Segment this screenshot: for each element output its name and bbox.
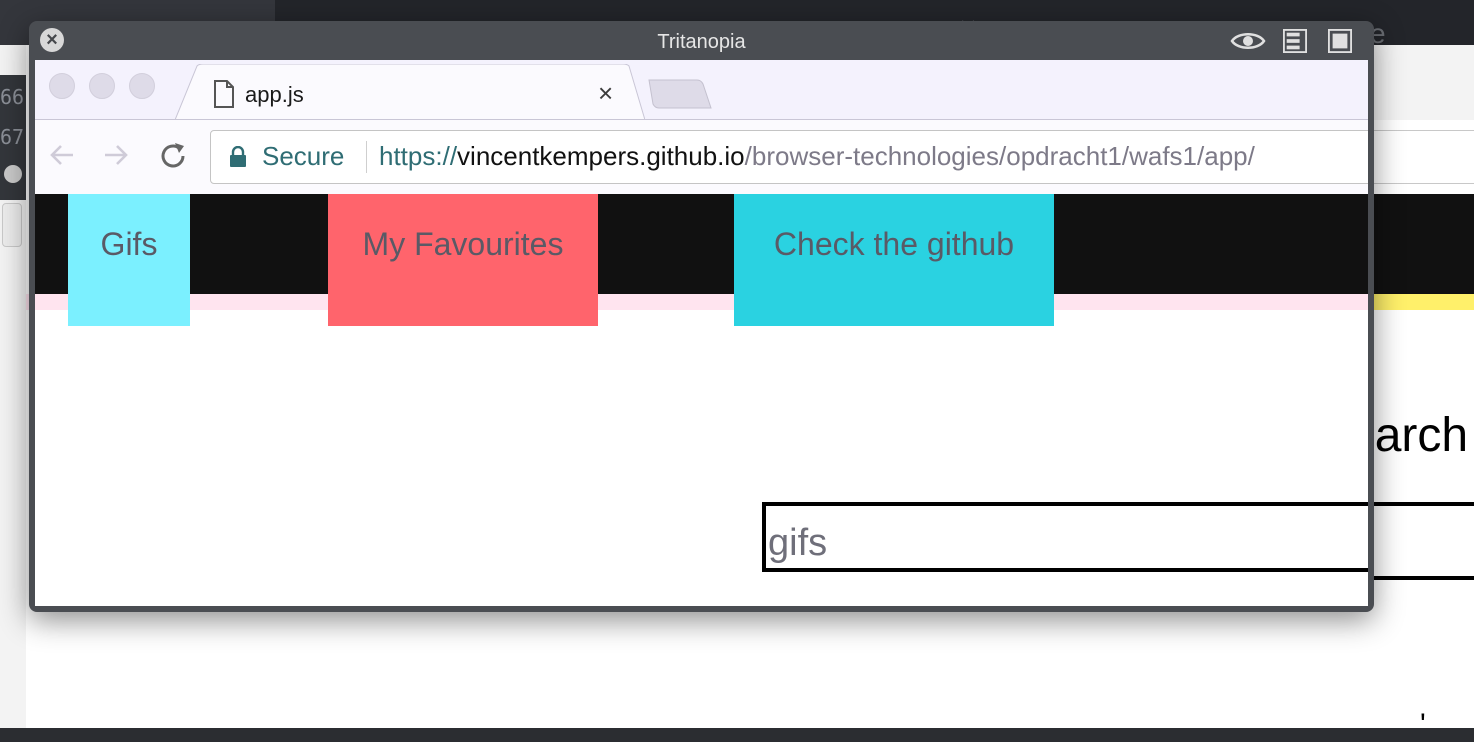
line-number: 66 [0, 85, 25, 109]
browser-tabstrip: app.js × [35, 60, 1368, 120]
file-icon [214, 80, 234, 108]
search-input[interactable]: gifs [762, 502, 1368, 572]
nav-link-my-favourites[interactable]: My Favourites [328, 194, 598, 326]
line-number: 67 [0, 125, 25, 149]
navbar-strip [35, 294, 1368, 310]
tab-close-icon[interactable]: × [598, 78, 613, 109]
url-text: https://vincentkempers.github.io/browser… [379, 141, 1255, 172]
window-zoom-dot[interactable] [129, 73, 155, 99]
url-host: vincentkempers.github.io [457, 141, 745, 171]
browser-toolbar: Secure https://vincentkempers.github.io/… [35, 119, 1368, 195]
background-control-dot [4, 165, 22, 183]
window-close-dot[interactable] [49, 73, 75, 99]
simulated-viewport: app.js × Secure https://vincentkempers.g… [35, 60, 1368, 606]
web-page: Gifs My Favourites Check the github gifs [35, 194, 1368, 606]
window-title-bar[interactable]: × Tritanopia [29, 21, 1374, 61]
url-separator [366, 141, 367, 173]
tab-title: app.js [245, 82, 304, 107]
background-search-input[interactable] [1370, 502, 1474, 580]
site-navbar [35, 194, 1368, 294]
background-omnibox [1372, 130, 1474, 184]
new-tab-button[interactable] [647, 78, 713, 110]
window-title: Tritanopia [657, 31, 746, 53]
url-scheme: https:// [379, 141, 458, 171]
background-text-fragment: ' [1420, 708, 1426, 741]
forward-arrow-icon[interactable] [101, 140, 131, 170]
lock-icon [230, 146, 246, 167]
eye-icon[interactable] [1230, 29, 1266, 53]
nav-link-github[interactable]: Check the github [734, 194, 1054, 326]
background-editor-gutter: 66 67 [0, 45, 26, 728]
background-yellow-strip [1364, 294, 1474, 310]
url-path: /browser-technologies/opdracht1/wafs1/ap… [744, 141, 1255, 171]
nav-link-gifs[interactable]: Gifs [68, 194, 190, 326]
reload-icon[interactable] [157, 140, 189, 172]
tab-app-js[interactable]: app.js × [175, 64, 645, 120]
url-bar[interactable]: Secure https://vincentkempers.github.io/… [210, 130, 1368, 184]
back-arrow-icon[interactable] [47, 140, 77, 170]
background-navbar [1372, 194, 1474, 294]
tritanopia-window: × Tritanopia app.js × Secure https://vin… [29, 21, 1374, 612]
fullscreen-icon[interactable] [1326, 29, 1354, 53]
window-minimize-dot[interactable] [89, 73, 115, 99]
background-browser-tabstrip [1372, 45, 1474, 120]
secure-label: Secure [262, 141, 345, 171]
layout-icon[interactable] [1281, 29, 1309, 53]
background-control [2, 203, 22, 247]
